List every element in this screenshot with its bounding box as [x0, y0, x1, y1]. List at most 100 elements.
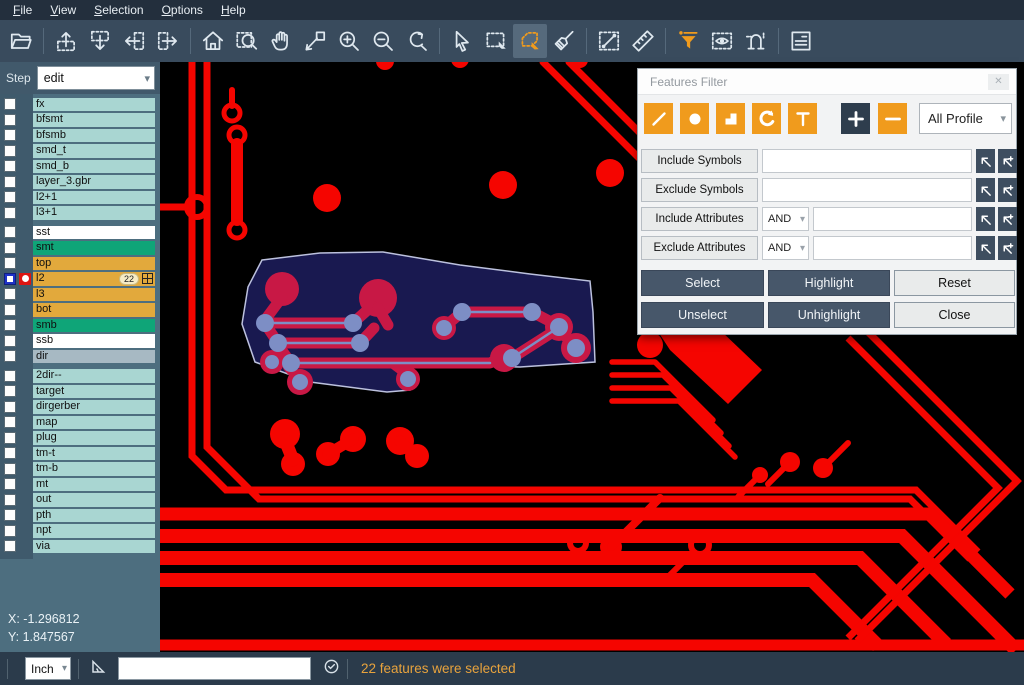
- layer-name-cell[interactable]: smt: [33, 241, 155, 255]
- layer-row-plug[interactable]: plug: [0, 431, 160, 447]
- selected-region[interactable]: [242, 252, 595, 395]
- clean-brush-icon[interactable]: [547, 24, 581, 58]
- layer-visibility-checkbox[interactable]: [4, 478, 16, 490]
- menu-options[interactable]: Options: [153, 0, 212, 20]
- rect-select-icon[interactable]: [479, 24, 513, 58]
- pick-add-symbol-icon[interactable]: [998, 149, 1017, 173]
- layer-row-target[interactable]: target: [0, 384, 160, 400]
- layer-row-fx[interactable]: fx: [0, 97, 160, 113]
- layer-row-map[interactable]: map: [0, 415, 160, 431]
- unselect-button[interactable]: Unselect: [641, 302, 764, 328]
- pan-hand-icon[interactable]: [264, 24, 298, 58]
- measure-line-icon[interactable]: [592, 24, 626, 58]
- include-symbols-button[interactable]: Include Symbols: [641, 149, 758, 173]
- layer-name-cell[interactable]: smb: [33, 319, 155, 333]
- layer-visibility-checkbox[interactable]: [4, 494, 16, 506]
- layer-name-cell[interactable]: l2 22: [33, 272, 155, 286]
- layer-row-dir[interactable]: dir: [0, 349, 160, 365]
- layer-name-cell[interactable]: ssb: [33, 334, 155, 348]
- pick-attribute-icon[interactable]: [976, 207, 995, 231]
- layer-visibility-checkbox[interactable]: [4, 207, 16, 219]
- unhighlight-button[interactable]: Unhighlight: [768, 302, 890, 328]
- profile-select[interactable]: All Profile ▾: [919, 103, 1012, 134]
- include-attributes-operator-select[interactable]: AND ▾: [762, 207, 809, 231]
- layer-visibility-checkbox[interactable]: [4, 463, 16, 475]
- include-attributes-button[interactable]: Include Attributes: [641, 207, 758, 231]
- layer-visibility-checkbox[interactable]: [4, 191, 16, 203]
- layer-name-cell[interactable]: dir: [33, 350, 155, 364]
- layer-visibility-checkbox[interactable]: [4, 509, 16, 521]
- surface-icon[interactable]: [716, 103, 745, 134]
- ruler-icon[interactable]: [626, 24, 660, 58]
- snap-icon[interactable]: [739, 24, 773, 58]
- layer-name-cell[interactable]: target: [33, 385, 155, 399]
- layer-row-npt[interactable]: npt: [0, 524, 160, 540]
- home-icon[interactable]: [196, 24, 230, 58]
- layer-name-cell[interactable]: l3: [33, 288, 155, 302]
- layer-name-cell[interactable]: layer_3.gbr: [33, 175, 155, 189]
- layer-row-l2+1[interactable]: l2+1: [0, 190, 160, 206]
- exclude-attributes-operator-select[interactable]: AND ▾: [762, 236, 809, 260]
- layer-name-cell[interactable]: map: [33, 416, 155, 430]
- zoom-in-icon[interactable]: [332, 24, 366, 58]
- layer-row-tm-t[interactable]: tm-t: [0, 446, 160, 462]
- layer-name-cell[interactable]: sst: [33, 226, 155, 240]
- layer-visibility-checkbox[interactable]: [4, 226, 16, 238]
- layer-row-smt[interactable]: smt: [0, 241, 160, 257]
- unit-select[interactable]: Inch ▾: [25, 657, 71, 680]
- layer-visibility-checkbox[interactable]: [4, 114, 16, 126]
- pan-right-icon[interactable]: [151, 24, 185, 58]
- layer-row-l3[interactable]: l3: [0, 287, 160, 303]
- layer-row-out[interactable]: out: [0, 493, 160, 509]
- layer-visibility-checkbox[interactable]: [4, 385, 16, 397]
- pick-symbol-icon[interactable]: [976, 178, 995, 202]
- close-icon[interactable]: ✕: [988, 74, 1009, 90]
- layer-name-cell[interactable]: smd_t: [33, 144, 155, 158]
- layer-name-cell[interactable]: top: [33, 257, 155, 271]
- zoom-out-icon[interactable]: [366, 24, 400, 58]
- layer-name-cell[interactable]: fx: [33, 98, 155, 112]
- layer-visibility-checkbox[interactable]: [4, 288, 16, 300]
- layer-name-cell[interactable]: l3+1: [33, 206, 155, 220]
- highlight-button[interactable]: Highlight: [768, 270, 890, 296]
- pick-add-attribute-icon[interactable]: [998, 236, 1017, 260]
- menu-view[interactable]: View: [41, 0, 85, 20]
- layer-name-cell[interactable]: bot: [33, 303, 155, 317]
- layer-name-cell[interactable]: plug: [33, 431, 155, 445]
- layer-name-cell[interactable]: smd_b: [33, 160, 155, 174]
- step-select[interactable]: edit ▾: [37, 66, 155, 90]
- pick-attribute-icon[interactable]: [976, 236, 995, 260]
- layer-name-cell[interactable]: via: [33, 540, 155, 554]
- include-symbols-input[interactable]: [762, 149, 972, 173]
- layer-name-cell[interactable]: dirgerber: [33, 400, 155, 414]
- include-attributes-input[interactable]: [813, 207, 972, 231]
- report-icon[interactable]: [784, 24, 818, 58]
- zoom-window-icon[interactable]: [230, 24, 264, 58]
- layer-visibility-checkbox[interactable]: [4, 273, 16, 285]
- layer-row-smd_b[interactable]: smd_b: [0, 159, 160, 175]
- layer-visibility-checkbox[interactable]: [4, 304, 16, 316]
- layer-row-l3+1[interactable]: l3+1: [0, 206, 160, 222]
- layer-visibility-checkbox[interactable]: [4, 401, 16, 413]
- layer-row-bfsmb[interactable]: bfsmb: [0, 128, 160, 144]
- dialog-title-bar[interactable]: Features Filter ✕: [638, 69, 1016, 95]
- layer-visibility-checkbox[interactable]: [4, 176, 16, 188]
- layer-row-top[interactable]: top: [0, 256, 160, 272]
- command-input[interactable]: [118, 657, 311, 680]
- show-layer-icon[interactable]: [705, 24, 739, 58]
- layer-name-cell[interactable]: l2+1: [33, 191, 155, 205]
- exclude-symbols-input[interactable]: [762, 178, 972, 202]
- layer-name-cell[interactable]: 2dir--: [33, 369, 155, 383]
- select-button[interactable]: Select: [641, 270, 764, 296]
- pick-symbol-icon[interactable]: [976, 149, 995, 173]
- layer-row-bot[interactable]: bot: [0, 303, 160, 319]
- menu-selection[interactable]: Selection: [85, 0, 152, 20]
- menu-file[interactable]: File: [4, 0, 41, 20]
- layer-name-cell[interactable]: bfsmb: [33, 129, 155, 143]
- layer-row-smb[interactable]: smb: [0, 318, 160, 334]
- layer-visibility-checkbox[interactable]: [4, 160, 16, 172]
- layer-visibility-checkbox[interactable]: [4, 370, 16, 382]
- remove-icon[interactable]: [878, 103, 907, 134]
- layer-visibility-checkbox[interactable]: [4, 98, 16, 110]
- layer-row-bfsmt[interactable]: bfsmt: [0, 113, 160, 129]
